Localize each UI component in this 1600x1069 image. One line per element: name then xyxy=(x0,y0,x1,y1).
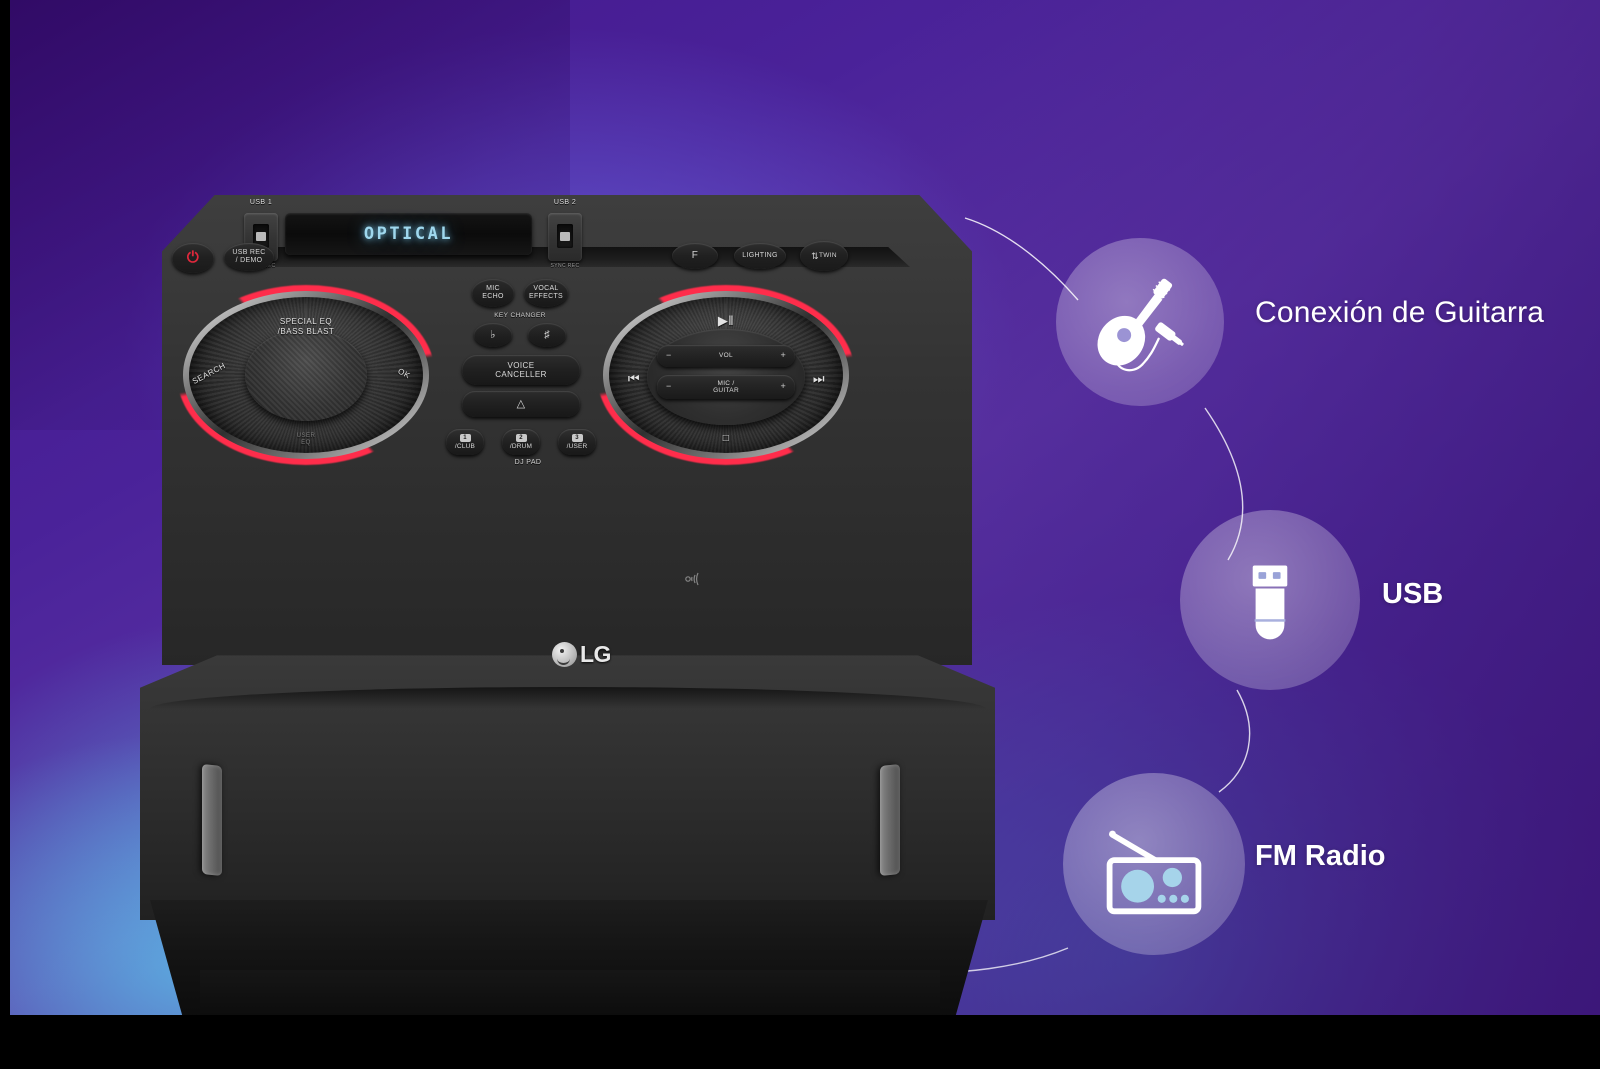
volume-label: VOL xyxy=(719,352,733,360)
user-eq-label-1: USER xyxy=(296,433,316,439)
usb-port-2-label: USB 2 xyxy=(553,199,577,206)
play-pause-icon[interactable]: ▶‖ xyxy=(597,313,855,329)
voice-canceller-button[interactable]: VOICE CANCELLER xyxy=(462,355,580,385)
mic-echo-label: MIC ECHO xyxy=(482,285,504,300)
eject-button[interactable]: △ xyxy=(462,391,580,417)
speaker-handle-left xyxy=(202,763,222,877)
usb-rec-demo-label: USB REC / DEMO xyxy=(232,248,266,264)
feature-usb-label: USB xyxy=(1382,578,1444,610)
dj-pad-3-number: 3 xyxy=(571,434,583,442)
guitar-icon-circle xyxy=(1056,238,1224,406)
f-button[interactable]: F xyxy=(672,243,718,269)
background-right-sweep xyxy=(900,0,1600,1015)
volume-rocker[interactable]: − VOL + xyxy=(657,345,795,367)
dj-pad-1-club[interactable]: 1 /CLUB xyxy=(446,429,484,455)
vocal-effects-button[interactable]: VOCAL EFFECTS xyxy=(524,279,568,307)
right-jog-knob[interactable]: ▶‖ ⏮ ⏭ □ − VOL + − MIC / GUITAR + xyxy=(597,285,855,465)
dj-pad-3-label: /USER xyxy=(566,443,588,450)
next-track-icon[interactable]: ⏭ xyxy=(800,371,838,387)
left-jog-knob[interactable]: SPECIAL EQ /BASS BLAST SEARCH OK USER EQ xyxy=(177,285,435,465)
power-icon: ⏻ xyxy=(186,249,200,267)
twin-icon: ⇅ xyxy=(811,250,820,261)
radio-icon-circle xyxy=(1063,773,1245,955)
previous-track-icon[interactable]: ⏮ xyxy=(615,371,653,387)
dj-pad-1-label: /CLUB xyxy=(454,443,476,450)
usb-rec-demo-button[interactable]: USB REC / DEMO xyxy=(224,243,274,271)
volume-minus-icon[interactable]: − xyxy=(666,350,672,361)
key-changer-label: KEY CHANGER xyxy=(494,312,546,319)
usb-port-2[interactable] xyxy=(548,213,582,261)
twin-button-label: TWIN xyxy=(819,252,837,260)
dj-pad-3-user[interactable]: 3 /USER xyxy=(558,429,596,455)
usb-icon-circle xyxy=(1180,510,1360,690)
mic-guitar-label-2: GUITAR xyxy=(713,387,739,394)
eject-icon: △ xyxy=(516,397,526,410)
usb-slot-icon xyxy=(557,224,573,248)
usb-port-1-label: USB 1 xyxy=(249,199,273,206)
lg-logo: LG xyxy=(552,638,630,670)
key-sharp-button[interactable]: ♯ xyxy=(528,323,566,347)
frame-edge-left xyxy=(0,0,10,1069)
dj-pad-group-label: DJ PAD xyxy=(514,459,542,466)
mic-guitar-label-1: MIC / xyxy=(717,379,735,387)
mic-guitar-rocker[interactable]: − MIC / GUITAR + xyxy=(657,375,795,399)
twin-button[interactable]: ⇅ TWIN xyxy=(800,241,848,271)
mic-echo-button[interactable]: MIC ECHO xyxy=(472,279,514,307)
power-button[interactable]: ⏻ xyxy=(172,243,214,273)
stop-icon[interactable]: □ xyxy=(597,433,855,444)
feature-fm-label: FM Radio xyxy=(1255,840,1386,872)
key-sharp-icon: ♯ xyxy=(544,328,550,341)
lg-wordmark: LG xyxy=(580,640,611,667)
radio-icon xyxy=(1106,830,1202,915)
user-eq-label-2: EQ xyxy=(301,440,311,446)
left-knob-hub[interactable] xyxy=(245,329,367,421)
dj-pad-1-number: 1 xyxy=(459,434,471,442)
display-text: OPTICAL xyxy=(363,224,454,244)
usb-port-2-sublabel: SYNC REC xyxy=(550,263,580,269)
dj-pad-2-number: 2 xyxy=(515,434,527,442)
lighting-button[interactable]: LIGHTING xyxy=(734,243,786,269)
mic-guitar-minus-icon[interactable]: − xyxy=(666,381,672,392)
mic-guitar-plus-icon[interactable]: + xyxy=(780,381,786,392)
key-flat-button[interactable]: ♭ xyxy=(474,323,512,347)
feature-guitar-label: Conexión de Guitarra xyxy=(1255,296,1545,329)
f-button-label: F xyxy=(691,250,699,262)
usb-drive-icon xyxy=(1252,565,1288,640)
special-eq-label: SPECIAL EQ xyxy=(279,317,333,326)
front-display: OPTICAL xyxy=(285,213,532,255)
voice-canceller-label: VOICE CANCELLER xyxy=(495,360,547,379)
promo-image-canvas: USB 1 SYNC REC USB 2 SYNC REC OPTICAL ⏻ … xyxy=(0,0,1600,1069)
volume-plus-icon[interactable]: + xyxy=(780,350,786,361)
speaker-handle-right xyxy=(880,763,900,877)
frame-edge-bottom xyxy=(0,1015,1600,1069)
lg-face-mark-icon xyxy=(552,641,577,667)
speaker-control-panel: USB 1 SYNC REC USB 2 SYNC REC OPTICAL ⏻ … xyxy=(162,195,972,667)
key-flat-icon: ♭ xyxy=(490,328,496,341)
vocal-effects-label: VOCAL EFFECTS xyxy=(529,285,563,300)
dj-pad-2-drum[interactable]: 2 /DRUM xyxy=(502,429,540,455)
lighting-button-label: LIGHTING xyxy=(742,251,778,259)
dj-pad-2-label: /DRUM xyxy=(509,443,533,450)
nfc-wireless-icon xyxy=(685,572,699,586)
bass-blast-label: /BASS BLAST xyxy=(277,327,335,336)
guitar-icon xyxy=(1097,278,1184,372)
lg-xboom-speaker: USB 1 SYNC REC USB 2 SYNC REC OPTICAL ⏻ … xyxy=(140,195,1000,1030)
